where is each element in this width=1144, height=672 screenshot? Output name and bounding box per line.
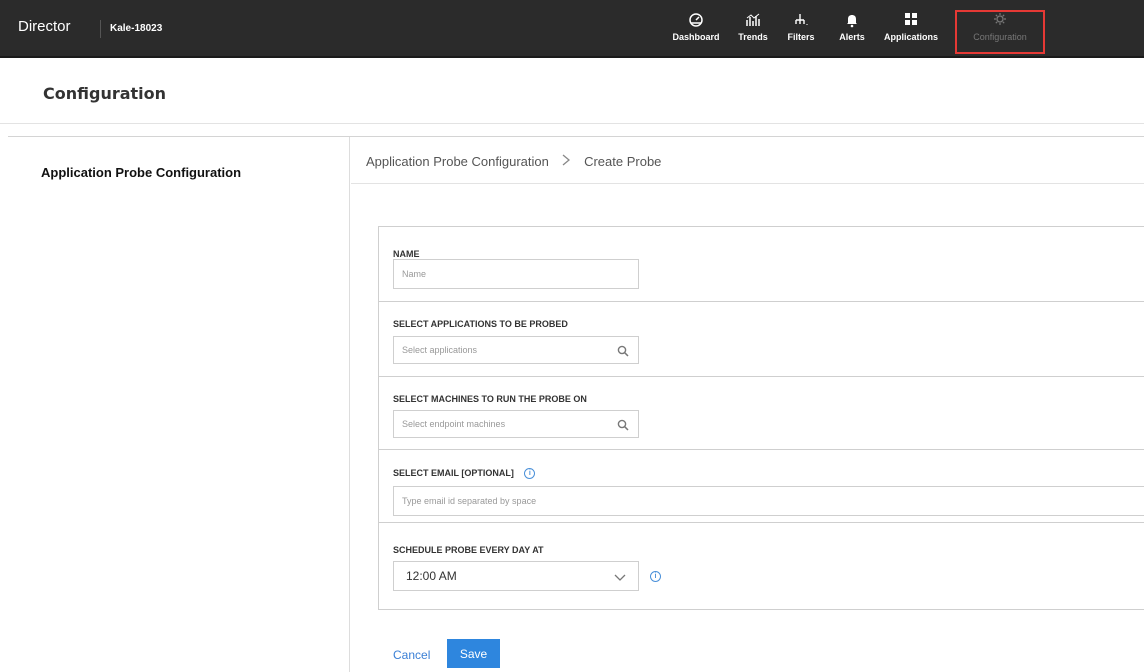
info-icon[interactable]: i [650,571,661,582]
applications-search [393,336,639,364]
trends-icon [733,12,773,32]
nav-label: Filters [787,32,815,42]
divider [351,183,1144,184]
machines-input[interactable] [393,410,639,438]
nav-dashboard[interactable]: Dashboard [665,12,727,52]
machines-section: SELECT MACHINES TO RUN THE PROBE ON [379,377,1144,450]
nav-label: Alerts [839,32,865,42]
email-label-row: SELECT EMAIL [OPTIONAL] i [393,468,536,480]
name-field[interactable] [393,259,639,289]
sidebar: Application Probe Configuration [8,137,350,672]
configuration-highlight-box [955,10,1045,54]
machines-search [393,410,639,438]
divider [100,20,101,38]
machines-label: SELECT MACHINES TO RUN THE PROBE ON [393,394,587,404]
nav-trends[interactable]: Trends [733,12,773,52]
page-title: Configuration [43,84,167,103]
schedule-label: SCHEDULE PROBE EVERY DAY AT [393,545,544,555]
name-section: NAME [379,227,1144,302]
bell-icon [833,12,871,32]
search-icon[interactable] [617,344,629,357]
schedule-time-select[interactable]: 12:00 AM [393,561,639,591]
divider [0,123,1144,124]
nav-label: Trends [738,32,768,42]
email-section: SELECT EMAIL [OPTIONAL] i [379,450,1144,523]
site-name[interactable]: Kale-18023 [110,23,162,34]
nav-filters[interactable]: Filters [781,12,821,52]
nav-label: Dashboard [672,32,720,42]
applications-label: SELECT APPLICATIONS TO BE PROBED [393,319,568,329]
dashboard-icon [665,12,727,32]
app-brand: Director [18,18,71,35]
email-label: SELECT EMAIL [OPTIONAL] [393,468,514,478]
email-field[interactable] [393,486,1144,516]
name-label: NAME [393,249,420,259]
selected-time: 12:00 AM [406,569,457,583]
applications-input[interactable] [393,336,639,364]
info-icon[interactable]: i [524,468,536,480]
grid-icon [880,12,942,32]
nav-alerts[interactable]: Alerts [833,12,871,52]
search-icon[interactable] [617,418,629,431]
top-nav-bar: Director Kale-18023 Dashboard Trends Fil… [0,0,1144,58]
filters-icon [781,12,821,32]
nav-label: Applications [883,32,938,42]
cancel-button[interactable]: Cancel [393,648,430,662]
sidebar-item-application-probe-configuration[interactable]: Application Probe Configuration [41,165,241,180]
applications-section: SELECT APPLICATIONS TO BE PROBED [379,302,1144,377]
schedule-section: SCHEDULE PROBE EVERY DAY AT 12:00 AM i [379,523,1144,609]
breadcrumb-current: Create Probe [584,154,662,169]
breadcrumb: Application Probe Configuration Create P… [366,154,661,169]
chevron-down-icon [614,571,626,585]
save-button[interactable]: Save [447,639,500,668]
create-probe-form: NAME SELECT APPLICATIONS TO BE PROBED SE… [378,226,1144,610]
nav-applications[interactable]: Applications [880,12,942,52]
chevron-right-icon [562,154,571,169]
breadcrumb-link[interactable]: Application Probe Configuration [366,154,549,169]
